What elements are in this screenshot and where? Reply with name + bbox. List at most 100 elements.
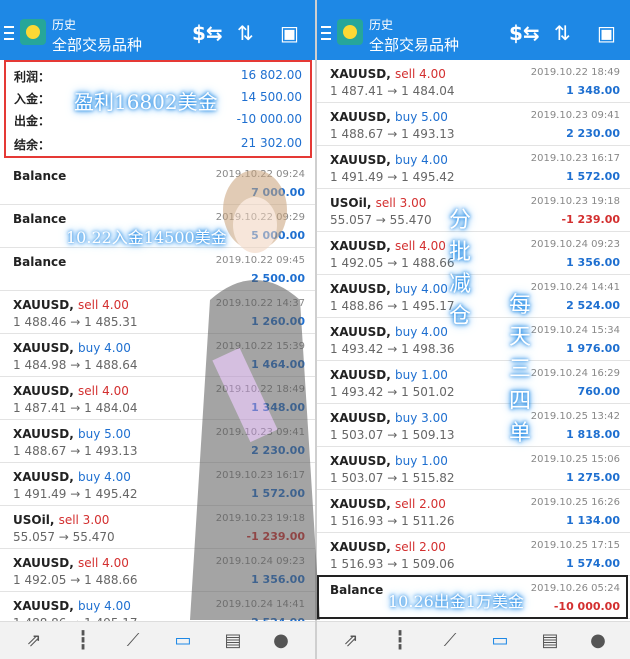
menu-icon[interactable] bbox=[321, 26, 331, 42]
symbol-text: Balance bbox=[13, 212, 67, 226]
trade-side: buy 4.00 bbox=[78, 599, 131, 613]
trade-side: buy 4.00 bbox=[78, 341, 131, 355]
trade-side: buy 4.00 bbox=[395, 325, 448, 339]
price-range: 1 516.93 → 1 509.06 bbox=[330, 557, 455, 571]
candlestick-icon[interactable]: ┇ bbox=[72, 630, 94, 652]
chat-icon[interactable]: ● bbox=[587, 630, 609, 652]
trade-side: sell 3.00 bbox=[375, 196, 427, 210]
profit-value: 1 348.00 bbox=[566, 84, 620, 97]
summary-label: 结余： bbox=[14, 138, 51, 152]
price-range: 1 516.93 → 1 511.26 bbox=[330, 514, 455, 528]
row-symbol: XAUUSD, sell 4.00 bbox=[330, 67, 446, 81]
menu-icon[interactable] bbox=[4, 26, 14, 42]
symbol-text: USOil, bbox=[13, 513, 55, 527]
trade-row[interactable]: XAUUSD, sell 2.00 1 516.93 → 1 509.06 2019… bbox=[317, 533, 630, 576]
row-symbol: XAUUSD, sell 2.00 bbox=[330, 540, 446, 554]
trade-icon[interactable]: ⇗ bbox=[23, 630, 45, 652]
symbol-text: XAUUSD, bbox=[330, 540, 391, 554]
right-phone-screen: 历史 全部交易品种 $⇆ ⇅ ▣ XAUUSD, sell 4.00 1 487.… bbox=[315, 0, 630, 659]
summary-row-profit: 利润： 16 802.00 bbox=[14, 66, 302, 86]
app-bar: 历史 全部交易品种 $⇆ ⇅ ▣ bbox=[0, 8, 315, 60]
row-symbol: XAUUSD, buy 5.00 bbox=[330, 110, 448, 124]
bottom-nav: ⇗ ┇ ⟋ ▭ ▤ ● bbox=[317, 621, 630, 659]
currency-icon[interactable]: $⇆ bbox=[192, 22, 223, 44]
row-symbol: XAUUSD, buy 4.00 bbox=[330, 282, 448, 296]
trade-row[interactable]: XAUUSD, buy 5.00 1 488.67 → 1 493.13 2019.… bbox=[317, 103, 630, 146]
trade-side: sell 3.00 bbox=[58, 513, 110, 527]
profit-annotation: 盈利16802美金 bbox=[74, 90, 218, 114]
trade-row[interactable]: XAUUSD, buy 4.00 1 491.49 → 1 495.42 2019.… bbox=[317, 146, 630, 189]
row-symbol: XAUUSD, sell 4.00 bbox=[13, 298, 129, 312]
row-symbol: XAUUSD, buy 4.00 bbox=[13, 599, 131, 613]
symbol-text: XAUUSD, bbox=[13, 470, 74, 484]
trade-side: sell 2.00 bbox=[395, 540, 446, 554]
calendar-icon[interactable]: ▣ bbox=[597, 22, 616, 44]
trade-row[interactable]: XAUUSD, sell 2.00 1 516.93 → 1 511.26 2019… bbox=[317, 490, 630, 533]
symbol-text: XAUUSD, bbox=[13, 298, 74, 312]
timestamp: 2019.10.24 09:23 bbox=[530, 239, 620, 250]
row-symbol: USOil, sell 3.00 bbox=[13, 513, 109, 527]
symbol-text: Balance bbox=[13, 169, 67, 183]
symbol-text: XAUUSD, bbox=[13, 599, 74, 613]
trade-side: buy 1.00 bbox=[395, 368, 448, 382]
reduce-position-annotation: 分批减仓 bbox=[448, 208, 471, 329]
summary-value: 14 500.00 bbox=[240, 90, 302, 104]
withdrawal-annotation: 10.26出金1万美金 bbox=[388, 592, 524, 611]
chart-icon[interactable]: ⟋ bbox=[122, 630, 144, 652]
symbol-filter[interactable]: 全部交易品种 bbox=[52, 34, 142, 55]
symbol-text: XAUUSD, bbox=[330, 411, 391, 425]
price-range: 1 488.86 → 1 495.17 bbox=[330, 299, 455, 313]
timestamp: 2019.10.25 17:15 bbox=[530, 540, 620, 551]
trade-icon[interactable]: ⇗ bbox=[340, 630, 362, 652]
timestamp: 2019.10.25 15:06 bbox=[530, 454, 620, 465]
timestamp: 2019.10.23 09:41 bbox=[530, 110, 620, 121]
trade-row[interactable]: XAUUSD, sell 4.00 1 492.05 → 1 488.66 2019… bbox=[317, 232, 630, 275]
symbol-text: XAUUSD, bbox=[330, 368, 391, 382]
symbol-filter[interactable]: 全部交易品种 bbox=[369, 34, 459, 55]
symbol-text: XAUUSD, bbox=[330, 110, 391, 124]
news-icon[interactable]: ▤ bbox=[539, 630, 561, 652]
sort-icon[interactable]: ⇅ bbox=[237, 22, 254, 44]
status-bar bbox=[0, 0, 315, 8]
price-range: 55.057 → 55.470 bbox=[330, 213, 432, 227]
symbol-text: XAUUSD, bbox=[330, 282, 391, 296]
trade-row[interactable]: XAUUSD, buy 4.00 1 488.86 → 1 495.17 2019.… bbox=[317, 275, 630, 318]
trade-row[interactable]: XAUUSD, buy 4.00 1 493.42 → 1 498.36 2019.… bbox=[317, 318, 630, 361]
row-symbol: Balance bbox=[13, 169, 66, 183]
calendar-icon[interactable]: ▣ bbox=[280, 22, 299, 44]
price-range: 1 503.07 → 1 515.82 bbox=[330, 471, 455, 485]
app-bar: 历史 全部交易品种 $⇆ ⇅ ▣ bbox=[317, 8, 630, 60]
row-symbol: XAUUSD, buy 4.00 bbox=[330, 153, 448, 167]
row-symbol: XAUUSD, buy 5.00 bbox=[13, 427, 131, 441]
trade-side: sell 4.00 bbox=[78, 384, 129, 398]
timestamp: 2019.10.22 18:49 bbox=[530, 67, 620, 78]
sort-icon[interactable]: ⇅ bbox=[554, 22, 571, 44]
trade-row[interactable]: XAUUSD, sell 4.00 1 487.41 → 1 484.04 2019… bbox=[317, 60, 630, 103]
symbol-text: USOil, bbox=[330, 196, 372, 210]
price-range: 55.057 → 55.470 bbox=[13, 530, 115, 544]
trade-side: buy 4.00 bbox=[78, 470, 131, 484]
price-range: 1 493.42 → 1 501.02 bbox=[330, 385, 455, 399]
row-symbol: XAUUSD, buy 1.00 bbox=[330, 368, 448, 382]
price-range: 1 492.05 → 1 488.66 bbox=[330, 256, 455, 270]
trade-row[interactable]: XAUUSD, buy 1.00 1 503.07 → 1 515.82 2019.… bbox=[317, 447, 630, 490]
trade-side: sell 4.00 bbox=[395, 67, 446, 81]
candlestick-icon[interactable]: ┇ bbox=[389, 630, 411, 652]
row-symbol: XAUUSD, sell 4.00 bbox=[13, 384, 129, 398]
profit-value: 1 574.00 bbox=[566, 557, 620, 570]
price-range: 1 491.49 → 1 495.42 bbox=[330, 170, 455, 184]
trade-row[interactable]: XAUUSD, buy 3.00 1 503.07 → 1 509.13 2019.… bbox=[317, 404, 630, 447]
summary-value: -10 000.00 bbox=[236, 112, 302, 126]
trade-row[interactable]: XAUUSD, buy 1.00 1 493.42 → 1 501.02 2019.… bbox=[317, 361, 630, 404]
chart-icon[interactable]: ⟋ bbox=[439, 630, 461, 652]
symbol-text: XAUUSD, bbox=[13, 341, 74, 355]
price-range: 1 488.67 → 1 493.13 bbox=[330, 127, 455, 141]
trade-side: buy 5.00 bbox=[78, 427, 131, 441]
row-symbol: Balance bbox=[13, 255, 66, 269]
history-icon[interactable]: ▭ bbox=[489, 630, 511, 652]
symbol-text: XAUUSD, bbox=[330, 325, 391, 339]
currency-icon[interactable]: $⇆ bbox=[509, 22, 540, 44]
trade-row[interactable]: USOil, sell 3.00 55.057 → 55.470 2019.10.2… bbox=[317, 189, 630, 232]
profit-value: 1 818.00 bbox=[566, 428, 620, 441]
symbol-text: XAUUSD, bbox=[330, 67, 391, 81]
